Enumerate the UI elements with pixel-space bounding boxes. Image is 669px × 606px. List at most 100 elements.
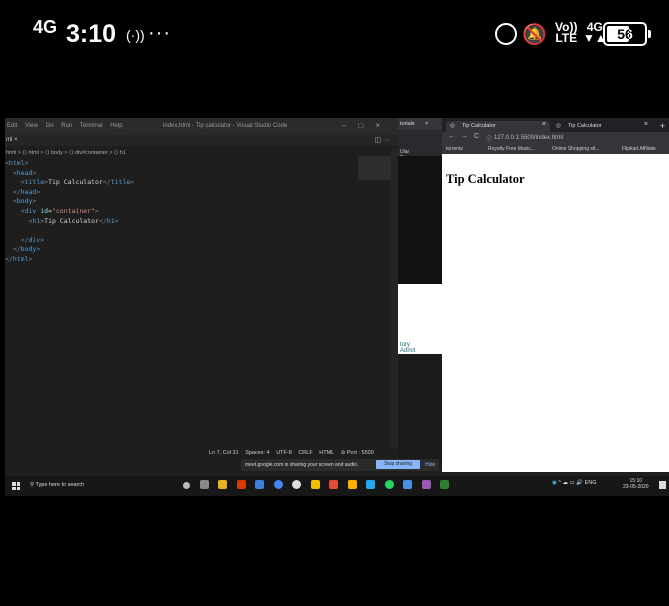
app-icon[interactable] bbox=[310, 480, 320, 489]
editor-tab-bar: ml × ◫ ··· bbox=[5, 135, 398, 146]
code-line[interactable]: </html> bbox=[5, 255, 134, 265]
app-icon[interactable] bbox=[329, 480, 339, 489]
code-line[interactable]: </body> bbox=[5, 245, 134, 255]
menu-item[interactable]: View bbox=[25, 123, 38, 129]
chrome-icon[interactable] bbox=[273, 480, 283, 489]
code-token: head bbox=[20, 187, 37, 196]
new-tab-button[interactable]: + bbox=[660, 121, 665, 131]
vscode-titlebar: Edit View Go Run Terminal Help index.htm… bbox=[5, 118, 398, 135]
office-icon[interactable] bbox=[236, 480, 246, 489]
stop-sharing-button[interactable]: Stop sharing bbox=[376, 460, 420, 469]
task-view-icon[interactable] bbox=[199, 480, 209, 489]
volte-indicator: Vo)) LTE bbox=[555, 21, 578, 45]
vscode-window: Edit View Go Run Terminal Help index.htm… bbox=[5, 118, 398, 458]
nav-buttons[interactable]: ←→C bbox=[448, 133, 485, 140]
code-line[interactable]: <head> bbox=[5, 169, 134, 179]
app-icon[interactable] bbox=[292, 480, 302, 489]
close-icon[interactable]: × bbox=[425, 121, 428, 127]
meet-icon[interactable]: ◉ bbox=[552, 480, 557, 486]
input-language[interactable]: ENG bbox=[585, 480, 597, 486]
menu-item[interactable]: Help bbox=[110, 123, 122, 129]
code-line[interactable]: </div> bbox=[5, 236, 134, 246]
menu-item[interactable]: Terminal bbox=[80, 123, 103, 129]
notification-icon[interactable] bbox=[659, 481, 666, 489]
code-line[interactable]: <html> bbox=[5, 159, 134, 169]
close-icon[interactable]: × bbox=[644, 121, 648, 128]
volte-bottom: LTE bbox=[555, 31, 578, 45]
vscode-icon[interactable] bbox=[366, 480, 376, 489]
code-token: head bbox=[16, 168, 33, 177]
code-token: </ bbox=[98, 216, 107, 225]
address-bar: ←→C ⓘ 127.0.0.1:5500/index.html bbox=[442, 132, 669, 144]
chrome-tab-strip: ◎ Tip Calculator × ◎ Tip Calculator × + bbox=[442, 118, 669, 132]
bookmarks-bar: torrentz Royalty Free Music... Online Sh… bbox=[442, 144, 669, 154]
menu-item[interactable]: Edit bbox=[7, 123, 17, 129]
browser-tab[interactable]: ◎ Tip Calculator × bbox=[552, 121, 652, 132]
search-placeholder: Type here to search bbox=[35, 482, 85, 488]
url-input[interactable]: 127.0.0.1:5500/index.html bbox=[494, 135, 563, 141]
code-line[interactable] bbox=[5, 226, 134, 236]
bookmark-item[interactable]: Flipkart Affiliate bbox=[622, 146, 656, 152]
menu-item[interactable]: Run bbox=[61, 123, 72, 129]
share-message: meet.google.com is sharing your screen a… bbox=[245, 462, 359, 468]
code-line[interactable]: <title>Tip Calculator</title> bbox=[5, 178, 135, 188]
close-icon[interactable]: × bbox=[542, 121, 546, 128]
tab-title: Tip Calculator bbox=[568, 123, 602, 129]
app-icon[interactable] bbox=[347, 480, 357, 489]
code-token: > bbox=[40, 235, 45, 244]
file-explorer-icon[interactable] bbox=[218, 480, 228, 489]
more-notifications-icon: ··· bbox=[148, 22, 171, 44]
hotspot-icon: (·)) bbox=[126, 27, 145, 43]
minimap[interactable] bbox=[358, 156, 394, 180]
code-token: title bbox=[110, 178, 131, 187]
code-token: id bbox=[40, 206, 49, 215]
code-token: > bbox=[32, 197, 37, 206]
code-token: > bbox=[114, 216, 119, 225]
chrome-window: ◎ Tip Calculator × ◎ Tip Calculator × + … bbox=[442, 118, 669, 472]
background-tab[interactable]: torials × bbox=[398, 118, 442, 130]
code-line[interactable]: </head> bbox=[5, 188, 134, 198]
windows-start-icon[interactable] bbox=[12, 482, 20, 490]
system-tray[interactable]: ◉ ^ ☁ ▭ 🔊 ENG bbox=[552, 480, 597, 486]
whatsapp-icon[interactable] bbox=[384, 480, 394, 489]
bookmark-item[interactable]: Online Shopping sit... bbox=[552, 146, 600, 152]
cortana-icon[interactable] bbox=[183, 482, 190, 489]
app-icon[interactable] bbox=[440, 480, 450, 489]
nav-links: tory Admit bbox=[400, 342, 442, 354]
code-token: </ bbox=[12, 245, 21, 254]
browser-tab[interactable]: ◎ Tip Calculator × bbox=[446, 121, 550, 132]
taskbar-search[interactable]: ⚲ Type here to search bbox=[30, 482, 84, 488]
indentation[interactable]: Spaces: 4 bbox=[245, 450, 269, 456]
app-icon[interactable] bbox=[255, 480, 265, 489]
battery-level: 56 bbox=[617, 26, 633, 42]
editor-scrollbar[interactable] bbox=[391, 148, 398, 448]
vscode-menu: Edit View Go Run Terminal Help bbox=[7, 123, 129, 129]
window-controls[interactable]: –□× bbox=[342, 121, 392, 130]
taskbar-clock[interactable]: 15:10 23-05-2020 bbox=[623, 478, 649, 490]
editor-tab[interactable]: ml × bbox=[6, 137, 18, 143]
tray-icons[interactable]: ^ ☁ ▭ 🔊 bbox=[558, 480, 584, 486]
breadcrumb[interactable]: html > ⟨⟩ html > ⟨⟩ body > ⟨⟩ div#contai… bbox=[6, 150, 126, 156]
app-icon[interactable] bbox=[421, 480, 431, 489]
split-editor-icon[interactable]: ◫ ··· bbox=[374, 136, 390, 144]
tab-icon: ◎ bbox=[556, 123, 561, 129]
bookmark-item[interactable]: torrentz bbox=[446, 146, 463, 152]
encoding[interactable]: UTF-8 bbox=[276, 450, 292, 456]
hide-button[interactable]: Hide bbox=[425, 462, 435, 468]
language-mode[interactable]: HTML bbox=[319, 450, 334, 456]
bookmark-item[interactable]: Royalty Free Music... bbox=[488, 146, 535, 152]
code-token: Tip Calculator bbox=[48, 178, 103, 187]
status-time: 3:10 bbox=[66, 20, 117, 48]
code-token: "container" bbox=[51, 206, 96, 215]
code-line[interactable]: <h1>Tip Calculator</h1> bbox=[5, 217, 134, 227]
vscode-statusbar: Ln 7, Col 31 Spaces: 4 UTF-8 CRLF HTML ⊘… bbox=[5, 448, 398, 458]
live-server-port[interactable]: ⊘ Port : 5500 bbox=[341, 450, 374, 456]
code-line[interactable]: <body> bbox=[5, 197, 134, 207]
cursor-position[interactable]: Ln 7, Col 31 bbox=[209, 450, 239, 456]
code-editor[interactable]: <html> <head> <title>Tip Calculator</tit… bbox=[5, 159, 134, 265]
code-line[interactable]: <div id="container"> bbox=[5, 207, 134, 217]
menu-item[interactable]: Go bbox=[46, 123, 54, 129]
line-ending[interactable]: CRLF bbox=[298, 450, 312, 456]
info-icon[interactable]: ⓘ bbox=[486, 134, 492, 143]
app-icon[interactable] bbox=[403, 480, 413, 489]
